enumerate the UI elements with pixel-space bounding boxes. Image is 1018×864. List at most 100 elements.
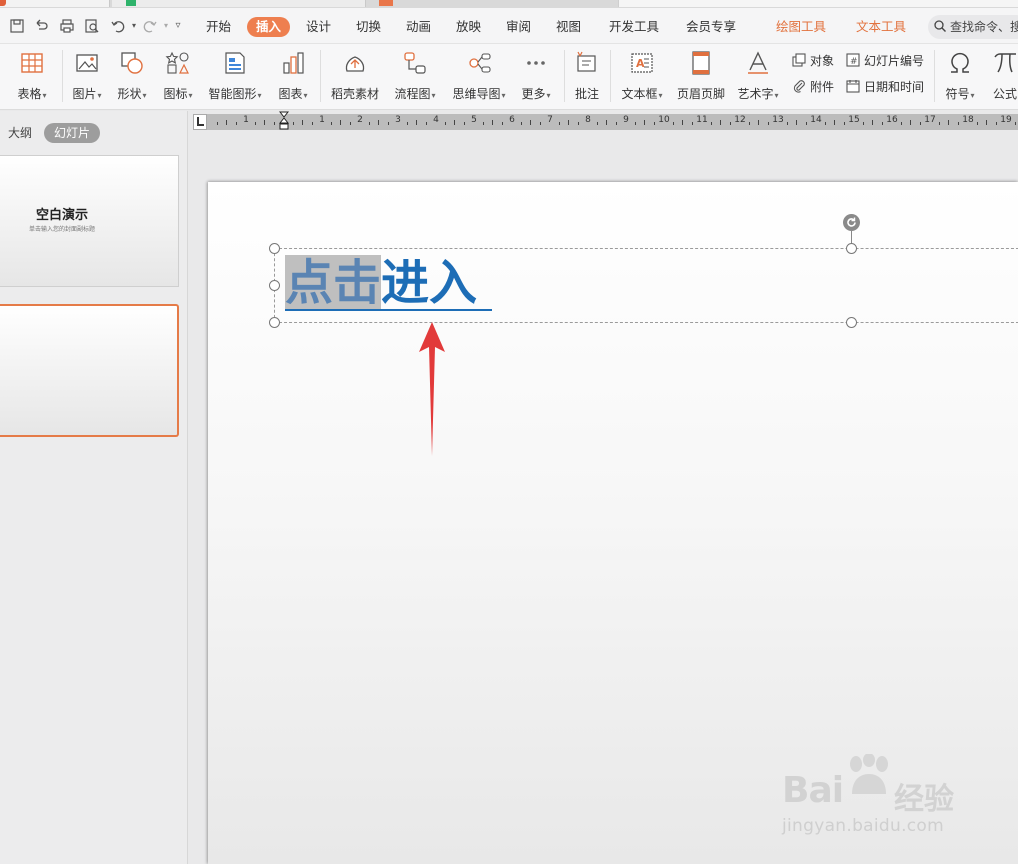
ruler-tick	[454, 120, 455, 125]
slide-number-button[interactable]: # 幻灯片编号	[846, 52, 924, 70]
redo-icon[interactable]	[142, 18, 158, 34]
slide-title-text[interactable]: 点击进入	[285, 254, 477, 312]
presentation-file-icon[interactable]	[379, 0, 393, 6]
tab-stop-selector[interactable]	[193, 114, 207, 130]
attachment-button[interactable]: 附件	[792, 78, 834, 96]
undo-icon[interactable]	[110, 18, 126, 34]
docer-materials-icon	[345, 56, 365, 72]
ruler-tick	[882, 122, 883, 125]
indent-marker-icon[interactable]	[279, 111, 289, 133]
chart-button[interactable]: 图表▾	[275, 50, 311, 102]
resize-handle-top-left[interactable]	[269, 243, 280, 254]
menu-transitions[interactable]: 切换	[356, 18, 381, 36]
tab-slides[interactable]: 幻灯片	[44, 123, 101, 143]
ruler-number: 8	[585, 115, 591, 125]
ruler-tick	[720, 120, 721, 125]
header-footer-icon	[692, 51, 710, 75]
selected-text[interactable]: 点击	[285, 255, 382, 311]
shape-label: 形状	[117, 87, 142, 101]
command-search[interactable]: 查找命令、搜	[928, 15, 1018, 39]
annotation-arrow-icon	[419, 322, 445, 456]
ruler-tick	[236, 122, 237, 125]
shape-icon	[121, 52, 143, 74]
picture-button[interactable]: 图片▾	[69, 50, 105, 102]
rotate-handle-icon[interactable]	[842, 213, 861, 232]
menu-membership[interactable]: 会员专享	[686, 18, 736, 36]
table-label: 表格	[17, 87, 42, 101]
document-tab[interactable]	[0, 0, 110, 7]
tab-outline[interactable]: 大纲	[8, 123, 32, 143]
mindmap-button[interactable]: 思维导图▾	[450, 50, 508, 102]
symbol-label: 符号	[945, 87, 970, 101]
save-icon[interactable]	[9, 18, 25, 34]
ribbon-separator	[320, 50, 321, 102]
menu-review[interactable]: 审阅	[506, 18, 531, 36]
resize-handle-bottom-left[interactable]	[269, 317, 280, 328]
datetime-label: 日期和时间	[864, 80, 925, 94]
print-icon[interactable]	[59, 18, 75, 34]
more-button[interactable]: 更多▾	[518, 50, 554, 102]
table-button[interactable]: 表格▾	[14, 50, 50, 102]
ribbon-separator	[564, 50, 565, 102]
menu-design[interactable]: 设计	[306, 18, 331, 36]
comment-button[interactable]: 批注	[572, 50, 602, 102]
ruler-number: 9	[623, 115, 629, 125]
horizontal-ruler[interactable]: 1 1 2 3 4 5 6 7 8 9 10 11 12 13 14 15 16 17 18 19	[193, 111, 1018, 133]
ruler-tick	[606, 120, 607, 125]
resize-handle-top-middle[interactable]	[846, 243, 857, 254]
document-tab[interactable]	[112, 0, 366, 7]
print-preview-icon[interactable]	[84, 18, 100, 34]
resize-handle-bottom-middle[interactable]	[846, 317, 857, 328]
docer-materials-button[interactable]: 稻壳素材	[330, 50, 380, 102]
ruler-tick	[749, 122, 750, 125]
header-footer-button[interactable]: 页眉页脚	[676, 50, 726, 102]
textbox-label: 文本框	[621, 87, 658, 101]
menu-slideshow[interactable]: 放映	[456, 18, 481, 36]
watermark-brand: Bai	[782, 770, 844, 811]
menu-home[interactable]: 开始	[206, 18, 231, 36]
textbox-button[interactable]: A 文本框▾	[618, 50, 666, 102]
wordart-button[interactable]: 艺术字▾	[735, 50, 781, 102]
customize-quick-access-icon[interactable]: ▿	[170, 18, 186, 34]
menu-developer[interactable]: 开发工具	[609, 18, 659, 36]
undo-dropdown-icon[interactable]: ▾	[126, 18, 142, 34]
picture-label: 图片	[72, 87, 97, 101]
shape-button[interactable]: 形状▾	[114, 50, 150, 102]
menu-text-tools[interactable]: 文本工具	[856, 18, 906, 36]
ribbon-separator	[62, 50, 63, 102]
datetime-button[interactable]: 日期和时间	[846, 78, 924, 96]
ruler-tick	[302, 120, 303, 125]
ruler-tick	[521, 122, 522, 125]
menu-drawing-tools[interactable]: 绘图工具	[776, 18, 826, 36]
wordart-icon	[748, 51, 768, 74]
menu-view[interactable]: 视图	[556, 18, 581, 36]
flowchart-label: 流程图	[394, 87, 431, 101]
symbol-button[interactable]: 符号▾	[942, 50, 978, 102]
ruler-tick	[806, 122, 807, 125]
slide-thumbnail-2-selected[interactable]	[0, 304, 179, 437]
icons-button[interactable]: 图标▾	[160, 50, 196, 102]
resize-handle-middle-left[interactable]	[269, 280, 280, 291]
pi-formula-icon	[994, 53, 1016, 73]
slide-number-label: 幻灯片编号	[864, 54, 925, 68]
ribbon-separator	[610, 50, 611, 102]
slide-thumbnail-1[interactable]: 空白演示 单击输入您的封面副标题	[0, 155, 179, 287]
menu-insert[interactable]: 插入	[247, 17, 291, 37]
svg-text:A: A	[636, 57, 645, 70]
formula-button[interactable]: 公式	[987, 50, 1018, 102]
unselected-text[interactable]: 进入	[381, 255, 477, 311]
flowchart-button[interactable]: 流程图▾	[392, 50, 438, 102]
ruler-tick	[331, 122, 332, 125]
object-icon	[792, 53, 806, 67]
ruler-tick	[293, 122, 294, 125]
menu-animations[interactable]: 动画	[406, 18, 431, 36]
object-button[interactable]: 对象	[792, 52, 834, 70]
ruler-tick	[758, 120, 759, 125]
ruler-tick	[578, 122, 579, 125]
insert-ribbon: 表格▾ 图片▾ 形状▾ 图标▾ 智能图形▾ 图表▾ 稻壳素材 流程图▾ 思维导图…	[0, 44, 1018, 110]
undo-history-icon[interactable]	[34, 18, 50, 34]
smartart-button[interactable]: 智能图形▾	[206, 50, 264, 102]
svg-text:#: #	[850, 57, 858, 67]
ruler-tick	[407, 122, 408, 125]
watermark-brand-suffix: 经验	[894, 782, 954, 817]
